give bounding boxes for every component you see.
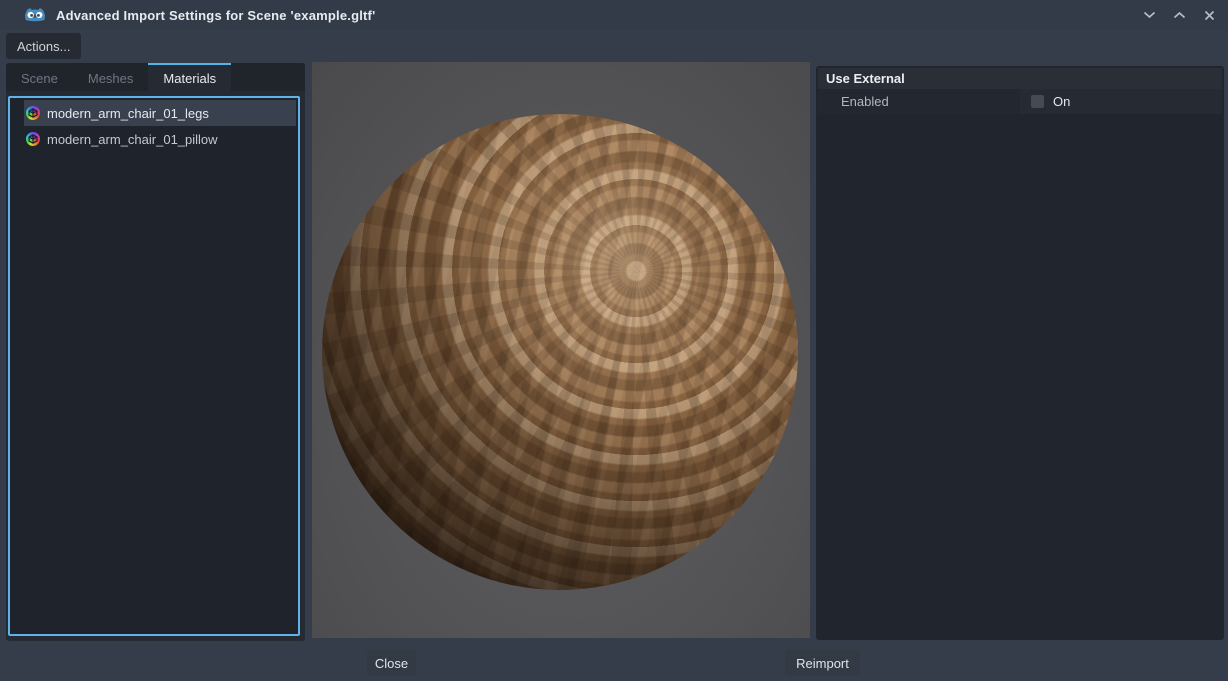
tabbar: Scene Meshes Materials	[6, 63, 305, 91]
section-use-external[interactable]: Use External	[818, 68, 1222, 89]
left-panel: Scene Meshes Materials modern_arm_chair_…	[6, 63, 305, 641]
property-value: On	[1020, 89, 1222, 114]
chevron-up-icon[interactable]	[1168, 4, 1190, 26]
close-button[interactable]: Close	[367, 650, 416, 676]
window-controls	[1138, 0, 1220, 30]
material-name: modern_arm_chair_01_pillow	[47, 132, 218, 147]
checkbox-unchecked-icon[interactable]	[1031, 95, 1044, 108]
material-list-item[interactable]: modern_arm_chair_01_legs	[24, 100, 296, 126]
reimport-button[interactable]: Reimport	[785, 650, 860, 676]
property-row-enabled: Enabled On	[818, 89, 1222, 114]
material-orb-icon	[26, 132, 40, 146]
advanced-import-settings-dialog: { "window": { "title": "Advanced Import …	[0, 0, 1228, 681]
window-title: Advanced Import Settings for Scene 'exam…	[56, 8, 375, 23]
materials-tree[interactable]: modern_arm_chair_01_legs modern_arm_chai…	[8, 96, 300, 636]
material-list-item[interactable]: modern_arm_chair_01_pillow	[24, 126, 296, 152]
tab-materials[interactable]: Materials	[148, 63, 231, 91]
material-preview-viewport[interactable]	[312, 62, 810, 638]
material-name: modern_arm_chair_01_legs	[47, 106, 209, 121]
menubar: Actions...	[0, 30, 1228, 62]
tab-meshes[interactable]: Meshes	[73, 65, 149, 91]
checkbox-label: On	[1053, 94, 1070, 109]
godot-logo-icon	[24, 6, 46, 24]
actions-menu-button[interactable]: Actions...	[6, 33, 81, 59]
close-x-icon[interactable]	[1198, 4, 1220, 26]
material-orb-icon	[26, 106, 40, 120]
titlebar: Advanced Import Settings for Scene 'exam…	[0, 0, 1228, 30]
chevron-down-icon[interactable]	[1138, 4, 1160, 26]
inspector-panel: Use External Enabled On	[816, 66, 1224, 640]
property-label: Enabled	[818, 89, 1020, 114]
tab-scene[interactable]: Scene	[6, 65, 73, 91]
preview-sphere	[322, 114, 798, 590]
